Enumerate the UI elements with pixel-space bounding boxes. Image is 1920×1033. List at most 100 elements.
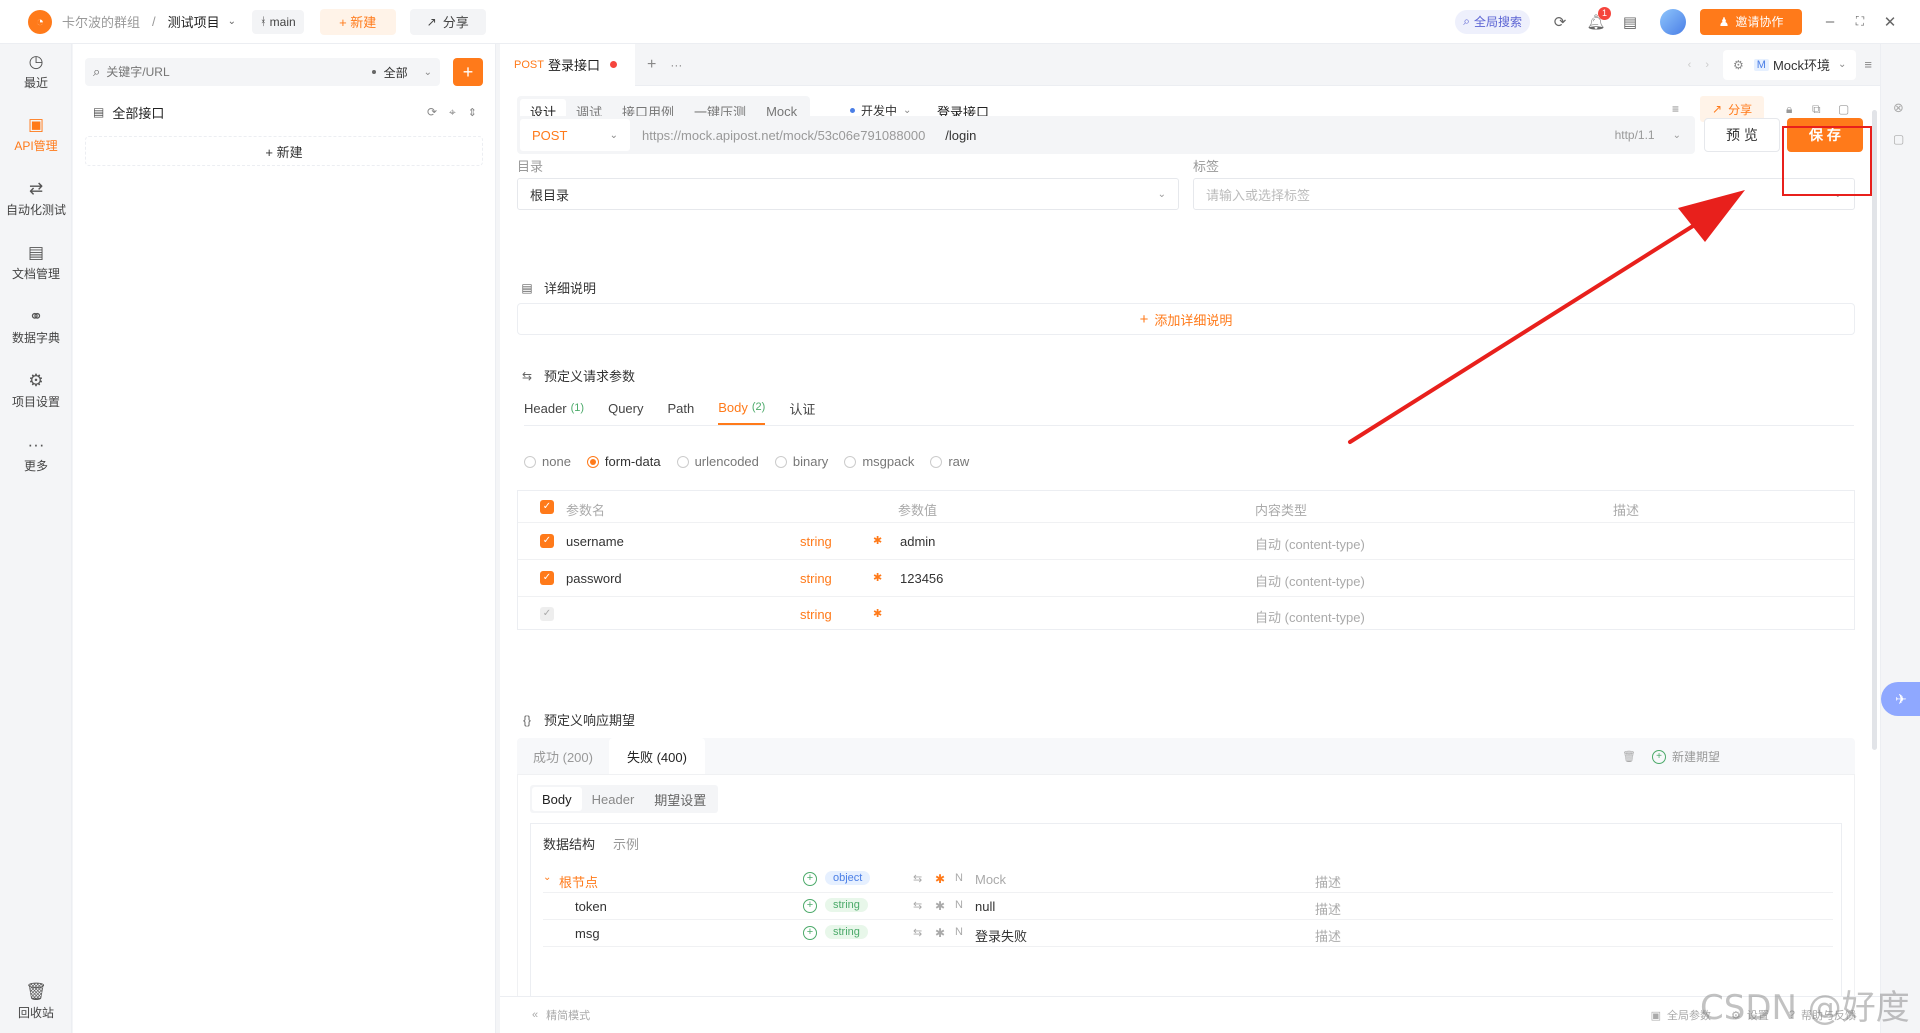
expand-collapse-icon[interactable]: ⇕ [468, 106, 477, 119]
subtab-body[interactable]: Body [532, 787, 582, 811]
required-icon[interactable]: ✱ [873, 534, 882, 547]
nav-api[interactable]: ▣ API管理 [0, 107, 72, 163]
row-checkbox[interactable]: ✓ [540, 571, 554, 585]
radio-form-data[interactable]: form-data [586, 454, 661, 469]
chevron-down-icon[interactable]: ⌄ [1673, 130, 1681, 141]
type-badge[interactable]: string [825, 898, 868, 912]
chevron-down-icon[interactable]: ⌄ [228, 16, 236, 27]
chevron-right-icon[interactable]: › [1705, 59, 1709, 71]
add-tab-icon[interactable]: + [647, 56, 656, 74]
param-name[interactable]: password [566, 571, 622, 586]
swap-icon[interactable]: ⇆ [913, 926, 922, 939]
row-checkbox[interactable]: ✓ [540, 534, 554, 548]
dir-select[interactable]: 根目录 ⌄ [517, 178, 1179, 210]
collapse-icon[interactable]: ⌄ [543, 872, 551, 883]
team-name[interactable]: 卡尔波的群组 [62, 12, 140, 31]
method-select[interactable]: POST ⌄ [520, 119, 630, 151]
tab-body[interactable]: Body (2) [718, 391, 766, 425]
chevron-left-icon[interactable]: « [532, 1009, 538, 1021]
nullable-n[interactable]: N [955, 899, 963, 911]
project-name[interactable]: 测试项目 [168, 12, 220, 31]
nav-automation[interactable]: ⇄ 自动化测试 [0, 171, 72, 227]
more-tabs-icon[interactable]: ··· [670, 58, 682, 72]
required-icon[interactable]: ✱ [935, 926, 945, 940]
branch-selector[interactable]: ᚼ main [252, 9, 304, 34]
new-expect-button[interactable]: + 新建期望 [1652, 748, 1720, 765]
copy-icon[interactable]: ⧉ [1812, 102, 1821, 117]
param-value[interactable]: 123456 [900, 571, 943, 586]
mock-value[interactable]: null [975, 899, 995, 914]
avatar[interactable] [1660, 8, 1686, 35]
nav-docs[interactable]: ▤ 文档管理 [0, 235, 72, 291]
field-name[interactable]: token [575, 899, 607, 914]
tab-path[interactable]: Path [668, 391, 695, 425]
field-name[interactable]: 根节点 [559, 872, 598, 891]
nullable-n[interactable]: N [955, 872, 963, 884]
param-content-type[interactable]: 自动 (content-type) [1255, 571, 1365, 590]
message-icon[interactable]: ▤ [1620, 12, 1640, 32]
tab-login-api[interactable]: POST 登录接口 [500, 43, 635, 86]
field-name[interactable]: msg [575, 926, 600, 941]
param-type[interactable]: string [800, 534, 832, 549]
preview-button[interactable]: 预 览 [1704, 118, 1780, 152]
field-desc[interactable]: 描述 [1315, 872, 1341, 891]
save-icon[interactable]: ▢ [1838, 102, 1849, 116]
row-checkbox[interactable]: ✓ [540, 607, 554, 621]
plus-circle-icon[interactable]: + [803, 926, 817, 940]
tree-root-all-apis[interactable]: ▤ 全部接口 ⟳ ⌖ ⇕ [93, 100, 483, 124]
share-button[interactable]: ↗ 分享 [409, 8, 486, 35]
tab-example[interactable]: 示例 [613, 834, 639, 853]
env-selector[interactable]: ⚙ M Mock环境 ⌄ [1723, 49, 1857, 80]
swap-icon[interactable]: ⇆ [913, 872, 922, 885]
field-desc[interactable]: 描述 [1315, 926, 1341, 945]
chevron-down-icon[interactable]: ⌄ [424, 67, 432, 78]
tab-auth[interactable]: 认证 [789, 391, 815, 425]
param-type[interactable]: string [800, 571, 832, 586]
tab-data-structure[interactable]: 数据结构 [543, 834, 595, 853]
select-all-checkbox[interactable]: ✓ [540, 500, 554, 514]
required-icon[interactable]: ✱ [873, 607, 882, 620]
tab-query[interactable]: Query [608, 391, 643, 425]
minimize-icon[interactable]: – [1820, 12, 1840, 32]
required-icon[interactable]: ✱ [935, 899, 945, 913]
type-badge[interactable]: string [825, 925, 868, 939]
nullable-n[interactable]: N [955, 926, 963, 938]
filter-select[interactable]: 全部 [384, 64, 408, 81]
radio-raw[interactable]: raw [930, 454, 969, 469]
global-search-button[interactable]: ⌕ 全局搜索 [1455, 9, 1530, 34]
protocol-select[interactable]: http/1.1 [1615, 128, 1655, 142]
radio-urlencoded[interactable]: urlencoded [676, 454, 759, 469]
new-button[interactable]: + 新建 [319, 8, 396, 35]
lock-icon[interactable]: 🔒︎ [1786, 102, 1792, 117]
plus-circle-icon[interactable]: + [803, 899, 817, 913]
refresh-icon[interactable]: ⟳ [427, 105, 437, 119]
param-name[interactable]: username [566, 534, 624, 549]
chevron-left-icon[interactable]: ‹ [1688, 59, 1692, 71]
plus-circle-icon[interactable]: + [803, 872, 817, 886]
radio-msgpack[interactable]: msgpack [844, 454, 914, 469]
nav-trash[interactable]: 🗑︎ 回收站 [0, 974, 72, 1030]
trash-icon[interactable]: 🗑︎ [1622, 750, 1636, 763]
add-button[interactable]: + [453, 58, 483, 86]
simple-mode-toggle[interactable]: 精简模式 [546, 1007, 590, 1023]
param-type[interactable]: string [800, 607, 832, 622]
mock-value[interactable]: 登录失败 [975, 926, 1027, 945]
search-input[interactable] [106, 65, 372, 79]
menu-icon[interactable]: ≡ [1864, 57, 1872, 72]
required-icon[interactable]: ✱ [935, 872, 945, 886]
subtab-expect-settings[interactable]: 期望设置 [644, 787, 716, 811]
nav-settings[interactable]: ⚙ 项目设置 [0, 363, 72, 419]
close-icon[interactable]: ✕ [1880, 12, 1900, 32]
mock-value[interactable]: Mock [975, 872, 1006, 887]
close-circle-icon[interactable]: ⊗ [1893, 100, 1904, 116]
locate-icon[interactable]: ⌖ [449, 105, 456, 120]
radio-binary[interactable]: binary [774, 454, 828, 469]
sync-icon[interactable]: ⟳ [1550, 12, 1570, 32]
sidebar-search[interactable]: ⌕ 全部 ⌄ [85, 58, 440, 86]
format-icon[interactable]: ≡ [1672, 102, 1679, 116]
tab-header[interactable]: Header (1) [524, 391, 584, 425]
swap-icon[interactable]: ⇆ [913, 899, 922, 912]
subtab-header[interactable]: Header [582, 787, 645, 811]
panel-icon[interactable]: ▢ [1893, 132, 1904, 146]
invite-button[interactable]: ♟ 邀请协作 [1700, 8, 1802, 35]
